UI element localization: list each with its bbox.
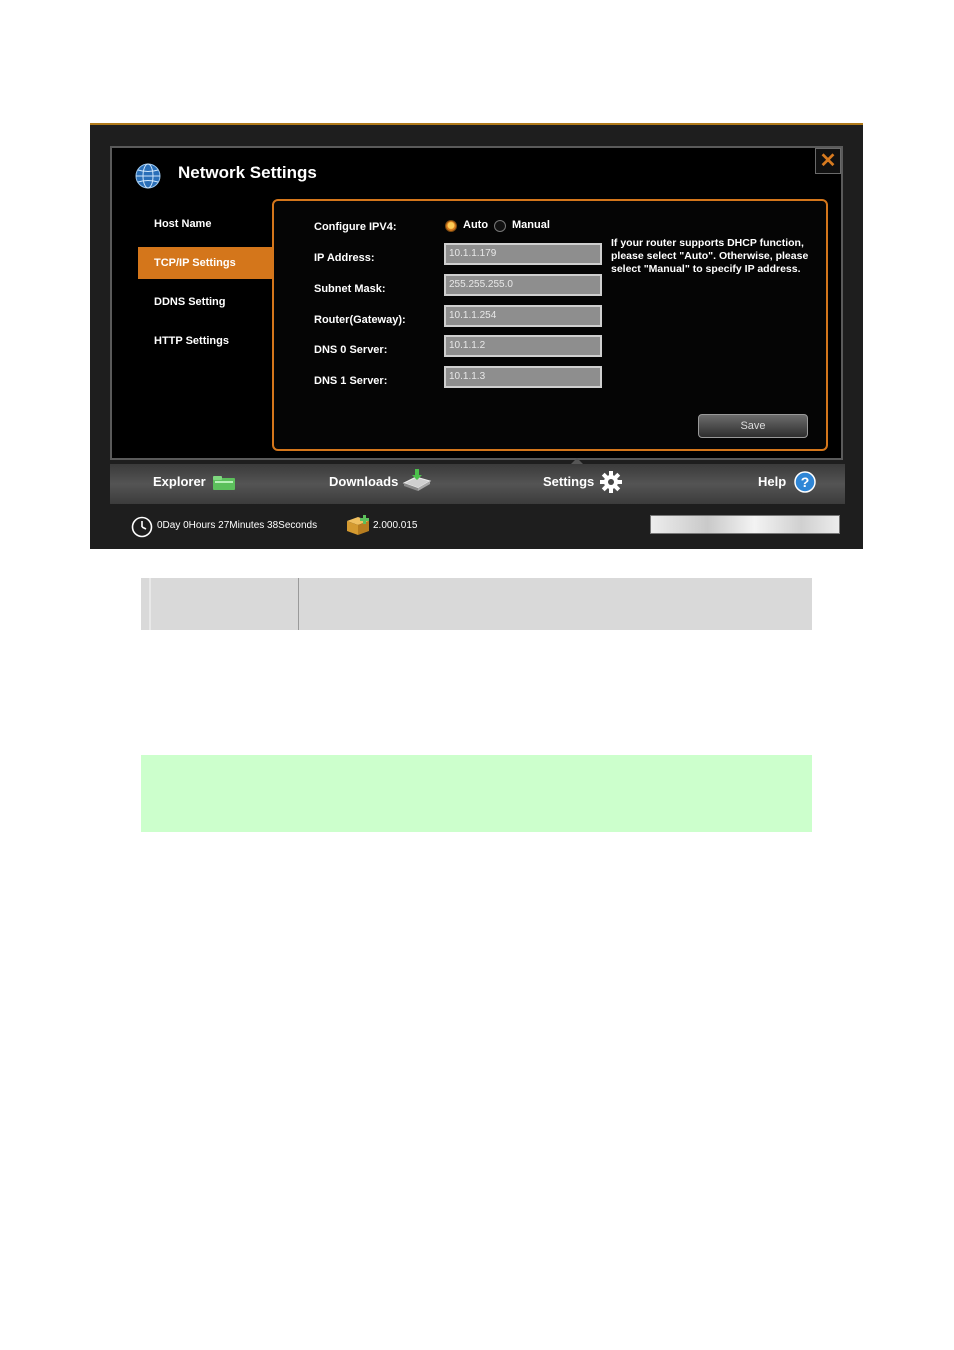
status-progress-bar [650, 515, 840, 534]
gateway-label: Router(Gateway): [314, 314, 406, 326]
dhcp-hint-text: If your router supports DHCP function, p… [611, 237, 809, 275]
tab-label: Help [758, 474, 787, 489]
sidebar-item-label: HTTP Settings [154, 335, 229, 347]
configure-ipv4-label: Configure IPV4: [314, 221, 397, 233]
sidebar-item-host-name[interactable]: Host Name [138, 208, 273, 240]
save-button[interactable]: Save [698, 414, 808, 438]
tab-label: Settings [543, 474, 595, 489]
package-icon [347, 515, 369, 535]
top-border [90, 123, 863, 125]
dns0-label: DNS 0 Server: [314, 344, 388, 356]
ip-address-field[interactable]: 10.1.1.179 [444, 243, 602, 265]
globe-icon [135, 163, 161, 189]
sidebar-item-tcp-ip-settings[interactable]: TCP/IP Settings [138, 247, 273, 279]
dns1-label: DNS 1 Server: [314, 375, 388, 387]
manual-radio[interactable] [494, 220, 506, 232]
tab-downloads[interactable]: Downloads [329, 474, 398, 489]
auto-radio-label[interactable]: Auto [463, 219, 488, 231]
active-tab-caret [571, 458, 583, 464]
sidebar-item-label: DDNS Setting [154, 296, 226, 308]
close-icon: ✕ [819, 150, 837, 172]
tab-label: Downloads [329, 474, 399, 489]
sidebar-item-ddns-setting[interactable]: DDNS Setting [138, 286, 273, 318]
svg-text:?: ? [801, 474, 810, 490]
subnet-mask-field[interactable]: 255.255.255.0 [444, 274, 602, 296]
table-divider [298, 578, 299, 630]
close-button[interactable]: ✕ [815, 148, 841, 174]
download-icon[interactable] [402, 468, 432, 492]
sidebar-item-label: Host Name [154, 218, 212, 230]
tab-settings[interactable]: Settings [543, 474, 594, 489]
bottom-tab-bar: Explorer Downloads Settings Help ? [110, 458, 845, 504]
firmware-version: 2.000.015 [373, 520, 418, 531]
dns0-field[interactable]: 10.1.1.2 [444, 335, 602, 357]
app-screenshot: ✕ Network Settings Host Name TCP/IP Sett… [90, 123, 863, 549]
gateway-field[interactable]: 10.1.1.254 [444, 305, 602, 327]
auto-radio[interactable] [445, 220, 457, 232]
network-settings-dialog: ✕ Network Settings Host Name TCP/IP Sett… [110, 146, 843, 460]
clock-icon [131, 516, 153, 538]
dialog-title: Network Settings [178, 163, 317, 182]
folder-icon[interactable] [212, 475, 236, 491]
manual-radio-label[interactable]: Manual [512, 219, 550, 231]
table-left-rule [149, 578, 151, 630]
tab-explorer[interactable]: Explorer [153, 474, 206, 489]
tab-help[interactable]: Help [758, 474, 786, 489]
gear-icon[interactable] [600, 471, 622, 493]
tab-label: Explorer [153, 474, 206, 489]
uptime-text: 0Day 0Hours 27Minutes 38Seconds [157, 520, 318, 531]
ip-address-label: IP Address: [314, 252, 375, 264]
dns1-field[interactable]: 10.1.1.3 [444, 366, 602, 388]
help-icon[interactable]: ? [794, 471, 816, 493]
subnet-mask-label: Subnet Mask: [314, 283, 386, 295]
sidebar-item-http-settings[interactable]: HTTP Settings [138, 325, 273, 357]
sidebar-item-label: TCP/IP Settings [154, 257, 236, 269]
tcp-ip-panel: Configure IPV4: Auto Manual IP Address: … [272, 199, 828, 451]
note-box [141, 755, 812, 832]
gray-table-row [141, 578, 812, 630]
